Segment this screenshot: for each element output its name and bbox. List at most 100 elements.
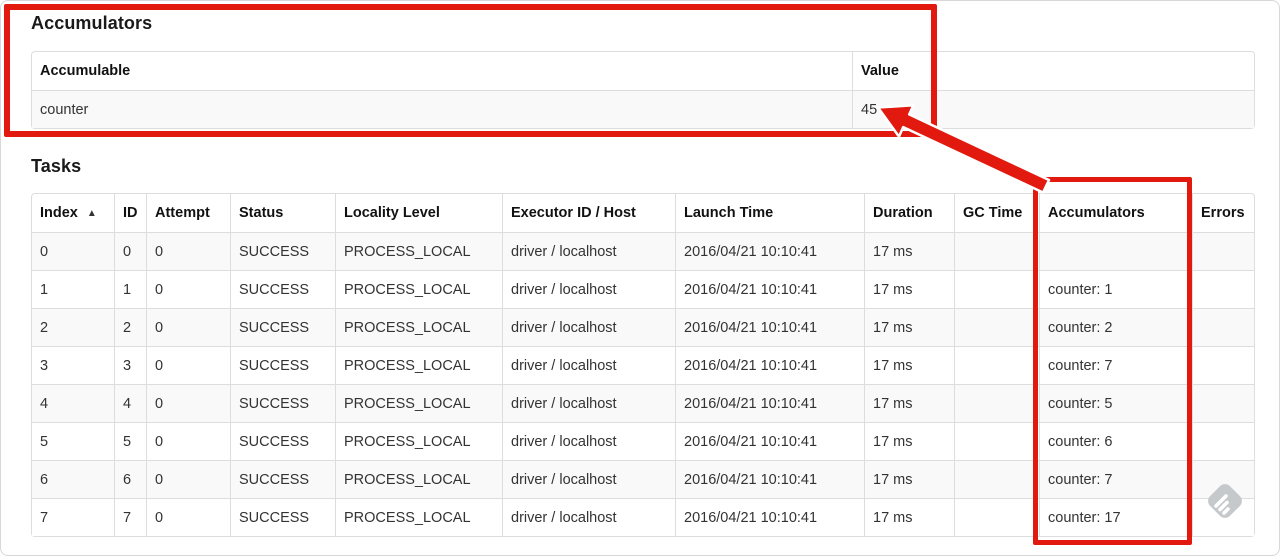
table-cell: SUCCESS: [230, 498, 335, 536]
table-cell: 0: [32, 232, 114, 270]
table-cell: 4: [114, 384, 146, 422]
table-cell: [1192, 384, 1254, 422]
table-cell: counter: 7: [1039, 460, 1192, 498]
table-cell: counter: 7: [1039, 346, 1192, 384]
gc-time-column-header[interactable]: GC Time: [954, 194, 1039, 232]
task-row: 3 3 0 SUCCESS PROCESS_LOCAL driver / localhos…: [32, 346, 1254, 384]
table-cell: [1192, 346, 1254, 384]
tasks-section-title: Tasks: [31, 156, 82, 176]
table-cell: SUCCESS: [230, 384, 335, 422]
table-cell: SUCCESS: [230, 270, 335, 308]
table-cell: 6: [114, 460, 146, 498]
task-row: 1 1 0 SUCCESS PROCESS_LOCAL driver / localhos…: [32, 270, 1254, 308]
task-row: 6 6 0 SUCCESS PROCESS_LOCAL driver / localhos…: [32, 460, 1254, 498]
table-cell: [954, 498, 1039, 536]
table-cell: PROCESS_LOCAL: [335, 270, 502, 308]
tasks-header-row: Index ▲ ID Attempt Status Locality Level …: [32, 194, 1254, 232]
sort-ascending-icon: ▲: [86, 207, 97, 219]
accumulators-table: Accumulable Value counter 45: [31, 51, 1255, 129]
table-cell: driver / localhost: [502, 346, 675, 384]
table-cell: 2: [114, 308, 146, 346]
table-cell: driver / localhost: [502, 384, 675, 422]
errors-column-header[interactable]: Errors: [1192, 194, 1254, 232]
table-cell: counter: 17: [1039, 498, 1192, 536]
duration-column-header[interactable]: Duration: [864, 194, 954, 232]
table-cell: [954, 232, 1039, 270]
table-cell: PROCESS_LOCAL: [335, 422, 502, 460]
table-cell: counter: 5: [1039, 384, 1192, 422]
table-cell: 7: [114, 498, 146, 536]
status-column-header[interactable]: Status: [230, 194, 335, 232]
id-column-header[interactable]: ID: [114, 194, 146, 232]
table-cell: [1192, 422, 1254, 460]
table-cell: 2016/04/21 10:10:41: [675, 270, 864, 308]
task-row: 5 5 0 SUCCESS PROCESS_LOCAL driver / localhos…: [32, 422, 1254, 460]
table-cell: 17 ms: [864, 232, 954, 270]
table-cell: driver / localhost: [502, 270, 675, 308]
table-cell: PROCESS_LOCAL: [335, 308, 502, 346]
accumulator-row: counter 45: [32, 90, 1254, 128]
table-cell: [954, 460, 1039, 498]
table-cell: [1192, 270, 1254, 308]
accumulable-value-cell: 45: [852, 90, 1254, 128]
table-cell: driver / localhost: [502, 232, 675, 270]
accumulators-header-row: Accumulable Value: [32, 52, 1254, 90]
spark-ui-page: Accumulators Accumulable Value counter 4…: [0, 0, 1280, 556]
table-cell: 17 ms: [864, 346, 954, 384]
table-cell: 0: [146, 498, 230, 536]
table-cell: SUCCESS: [230, 308, 335, 346]
value-column-header: Value: [852, 52, 1254, 90]
table-cell: 1: [114, 270, 146, 308]
table-cell: [954, 270, 1039, 308]
table-cell: 7: [32, 498, 114, 536]
accumulators-column-header[interactable]: Accumulators: [1039, 194, 1192, 232]
table-cell: PROCESS_LOCAL: [335, 346, 502, 384]
table-cell: 17 ms: [864, 384, 954, 422]
table-cell: 5: [114, 422, 146, 460]
table-cell: 2016/04/21 10:10:41: [675, 232, 864, 270]
table-cell: 17 ms: [864, 422, 954, 460]
table-cell: driver / localhost: [502, 422, 675, 460]
table-cell: 3: [114, 346, 146, 384]
table-cell: SUCCESS: [230, 232, 335, 270]
table-cell: 2016/04/21 10:10:41: [675, 384, 864, 422]
task-row: 7 7 0 SUCCESS PROCESS_LOCAL driver / localhos…: [32, 498, 1254, 536]
table-cell: 17 ms: [864, 498, 954, 536]
feedly-badge-icon[interactable]: [1201, 477, 1249, 525]
table-cell: 0: [146, 308, 230, 346]
table-cell: 2: [32, 308, 114, 346]
table-cell: 2016/04/21 10:10:41: [675, 422, 864, 460]
table-cell: driver / localhost: [502, 498, 675, 536]
table-cell: PROCESS_LOCAL: [335, 384, 502, 422]
index-column-header[interactable]: Index ▲: [32, 194, 114, 232]
table-cell: counter: 2: [1039, 308, 1192, 346]
table-cell: [1192, 232, 1254, 270]
table-cell: 5: [32, 422, 114, 460]
table-cell: driver / localhost: [502, 460, 675, 498]
executor-id-host-column-header[interactable]: Executor ID / Host: [502, 194, 675, 232]
table-cell: 4: [32, 384, 114, 422]
table-cell: counter: 6: [1039, 422, 1192, 460]
table-cell: SUCCESS: [230, 460, 335, 498]
table-cell: 2016/04/21 10:10:41: [675, 498, 864, 536]
locality-level-column-header[interactable]: Locality Level: [335, 194, 502, 232]
table-cell: 0: [146, 422, 230, 460]
table-cell: 0: [146, 384, 230, 422]
table-cell: [954, 346, 1039, 384]
table-cell: driver / localhost: [502, 308, 675, 346]
table-cell: SUCCESS: [230, 346, 335, 384]
table-cell: 17 ms: [864, 308, 954, 346]
table-cell: 0: [146, 270, 230, 308]
table-cell: 17 ms: [864, 460, 954, 498]
table-cell: [954, 422, 1039, 460]
accumulators-section-title: Accumulators: [31, 13, 153, 33]
table-cell: PROCESS_LOCAL: [335, 232, 502, 270]
launch-time-column-header[interactable]: Launch Time: [675, 194, 864, 232]
table-cell: 2016/04/21 10:10:41: [675, 460, 864, 498]
table-cell: [954, 384, 1039, 422]
table-cell: [1039, 232, 1192, 270]
table-cell: 3: [32, 346, 114, 384]
table-cell: [954, 308, 1039, 346]
table-cell: [1192, 308, 1254, 346]
attempt-column-header[interactable]: Attempt: [146, 194, 230, 232]
